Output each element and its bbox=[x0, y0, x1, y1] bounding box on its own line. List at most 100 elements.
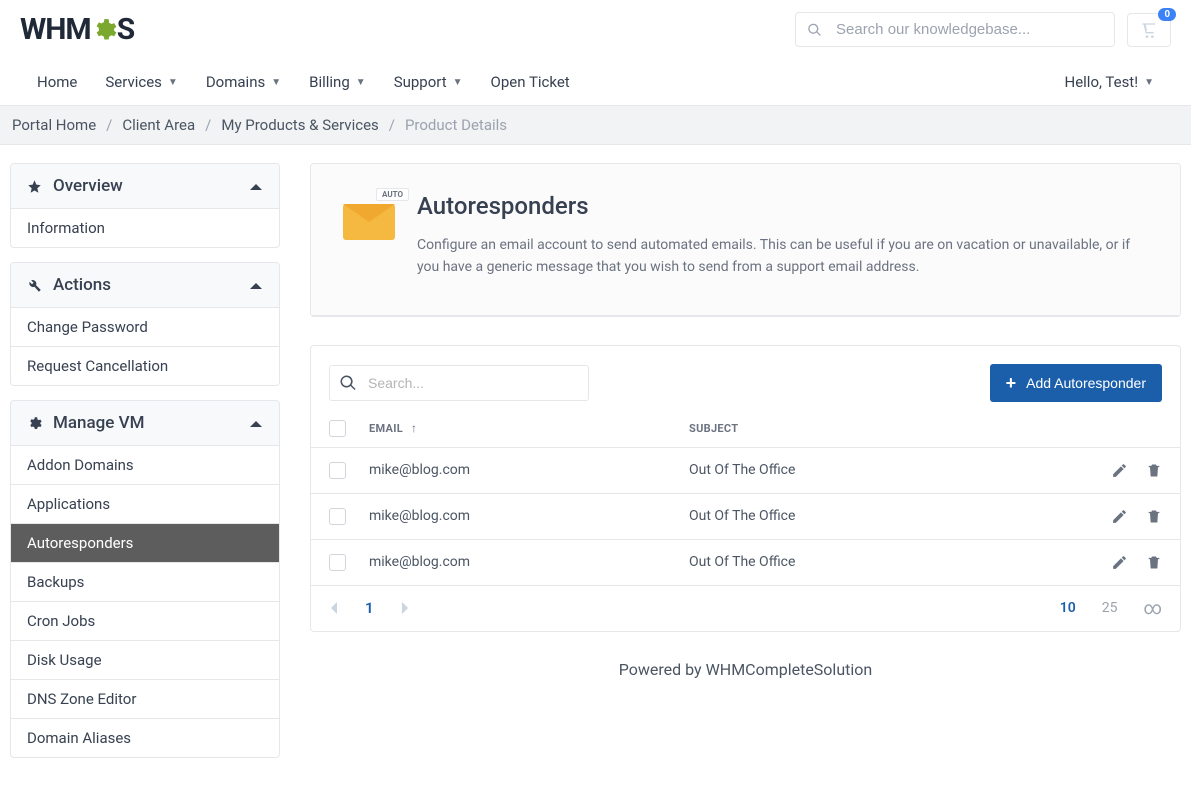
cell-email: mike@blog.com bbox=[369, 462, 689, 478]
auto-tag: AUTO bbox=[376, 188, 409, 201]
header: WHM S 0 bbox=[0, 0, 1191, 59]
sidebar-item-addon-domains[interactable]: Addon Domains bbox=[11, 445, 279, 484]
nav-left: HomeServices▼Domains▼Billing▼Support▼Ope… bbox=[25, 59, 582, 105]
envelope-icon: AUTO bbox=[343, 198, 395, 238]
cell-email: mike@blog.com bbox=[369, 554, 689, 570]
chevron-down-icon: ▼ bbox=[453, 77, 463, 88]
sidebar-item-dns-zone-editor[interactable]: DNS Zone Editor bbox=[11, 679, 279, 718]
trash-icon[interactable] bbox=[1146, 508, 1162, 525]
toolbar: + Add Autoresponder bbox=[311, 346, 1180, 410]
page-title: Autoresponders bbox=[417, 192, 1148, 220]
sidebar-panel-manage-vm: Manage VMAddon DomainsApplicationsAutore… bbox=[10, 400, 280, 758]
panel-header[interactable]: Manage VM bbox=[11, 401, 279, 445]
chevron-up-icon bbox=[249, 419, 263, 428]
pagination-nav: 1 bbox=[329, 599, 410, 617]
logo[interactable]: WHM S bbox=[20, 12, 134, 47]
edit-icon[interactable] bbox=[1111, 554, 1128, 571]
sidebar-panel-actions: ActionsChange PasswordRequest Cancellati… bbox=[10, 262, 280, 386]
page-size-25[interactable]: 25 bbox=[1102, 600, 1118, 616]
edit-icon[interactable] bbox=[1111, 462, 1128, 479]
header-right: 0 bbox=[795, 12, 1171, 47]
table-search-box bbox=[329, 365, 589, 401]
breadcrumb: Portal Home/Client Area/My Products & Se… bbox=[0, 106, 1191, 145]
table-row: mike@blog.comOut Of The Office bbox=[311, 448, 1180, 494]
cell-subject: Out Of The Office bbox=[689, 554, 1072, 570]
table-search-input[interactable] bbox=[329, 365, 589, 401]
select-all-checkbox[interactable] bbox=[329, 420, 346, 437]
table-row: mike@blog.comOut Of The Office bbox=[311, 494, 1180, 540]
row-checkbox[interactable] bbox=[329, 554, 346, 571]
chevron-down-icon: ▼ bbox=[356, 77, 366, 88]
sidebar-panel-overview: OverviewInformation bbox=[10, 163, 280, 248]
row-checkbox[interactable] bbox=[329, 508, 346, 525]
star-icon bbox=[27, 179, 43, 194]
nav-item-domains[interactable]: Domains▼ bbox=[194, 59, 293, 105]
panel-header[interactable]: Actions bbox=[11, 263, 279, 307]
panel-header[interactable]: Overview bbox=[11, 164, 279, 208]
add-button-label: Add Autoresponder bbox=[1026, 375, 1146, 391]
table-row: mike@blog.comOut Of The Office bbox=[311, 540, 1180, 586]
user-greeting: Hello, Test! bbox=[1065, 73, 1139, 91]
knowledgebase-search-input[interactable] bbox=[795, 12, 1115, 47]
logo-text-b: S bbox=[117, 12, 134, 47]
page-header: AUTO Autoresponders Configure an email a… bbox=[311, 164, 1180, 316]
nav-item-open-ticket[interactable]: Open Ticket bbox=[479, 59, 582, 105]
breadcrumb-link[interactable]: Client Area bbox=[122, 116, 195, 134]
wrench-icon bbox=[27, 278, 43, 293]
column-header-subject[interactable]: SUBJECT bbox=[689, 422, 1072, 435]
trash-icon[interactable] bbox=[1146, 462, 1162, 479]
plus-icon: + bbox=[1006, 374, 1017, 392]
cell-subject: Out Of The Office bbox=[689, 508, 1072, 524]
trash-icon[interactable] bbox=[1146, 554, 1162, 571]
logo-text-a: WHM bbox=[20, 12, 91, 47]
search-icon bbox=[339, 374, 357, 392]
pagination: 1 10 25 ∞ bbox=[311, 586, 1180, 631]
edit-icon[interactable] bbox=[1111, 508, 1128, 525]
breadcrumb-link[interactable]: Portal Home bbox=[12, 116, 96, 134]
footer: Powered by WHMCompleteSolution bbox=[310, 660, 1181, 699]
user-menu[interactable]: Hello, Test! ▼ bbox=[1053, 59, 1167, 105]
sidebar-item-request-cancellation[interactable]: Request Cancellation bbox=[11, 346, 279, 385]
page-description: Configure an email account to send autom… bbox=[417, 234, 1148, 279]
sidebar-item-disk-usage[interactable]: Disk Usage bbox=[11, 640, 279, 679]
nav-item-support[interactable]: Support▼ bbox=[382, 59, 475, 105]
nav-item-services[interactable]: Services▼ bbox=[93, 59, 189, 105]
search-box bbox=[795, 12, 1115, 47]
main-content: AUTO Autoresponders Configure an email a… bbox=[310, 163, 1181, 772]
sidebar-item-backups[interactable]: Backups bbox=[11, 562, 279, 601]
chevron-down-icon: ▼ bbox=[1144, 77, 1154, 88]
chevron-down-icon: ▼ bbox=[271, 77, 281, 88]
nav-item-billing[interactable]: Billing▼ bbox=[297, 59, 378, 105]
main-nav: HomeServices▼Domains▼Billing▼Support▼Ope… bbox=[0, 59, 1191, 106]
page-card: AUTO Autoresponders Configure an email a… bbox=[310, 163, 1181, 317]
gear-icon bbox=[91, 12, 117, 47]
add-autoresponder-button[interactable]: + Add Autoresponder bbox=[990, 364, 1162, 402]
sidebar: OverviewInformation ActionsChange Passwor… bbox=[10, 163, 280, 772]
current-page[interactable]: 1 bbox=[365, 599, 374, 617]
search-icon bbox=[807, 22, 822, 37]
table-header: EMAIL ↑ SUBJECT bbox=[311, 410, 1180, 448]
sidebar-item-applications[interactable]: Applications bbox=[11, 484, 279, 523]
data-card: + Add Autoresponder EMAIL ↑ SUBJECT mi bbox=[310, 345, 1181, 632]
prev-page-button[interactable] bbox=[329, 601, 339, 615]
breadcrumb-link[interactable]: My Products & Services bbox=[221, 116, 378, 134]
nav-item-home[interactable]: Home bbox=[25, 59, 89, 105]
breadcrumb-current: Product Details bbox=[405, 116, 507, 134]
row-checkbox[interactable] bbox=[329, 462, 346, 479]
page-size-all[interactable]: ∞ bbox=[1143, 598, 1162, 619]
column-header-email[interactable]: EMAIL ↑ bbox=[369, 421, 689, 435]
next-page-button[interactable] bbox=[400, 601, 410, 615]
cart-icon bbox=[1140, 22, 1158, 38]
cell-subject: Out Of The Office bbox=[689, 462, 1072, 478]
sidebar-item-cron-jobs[interactable]: Cron Jobs bbox=[11, 601, 279, 640]
sidebar-item-domain-aliases[interactable]: Domain Aliases bbox=[11, 718, 279, 757]
sidebar-item-change-password[interactable]: Change Password bbox=[11, 307, 279, 346]
chevron-up-icon bbox=[249, 182, 263, 191]
chevron-up-icon bbox=[249, 281, 263, 290]
sidebar-item-autoresponders[interactable]: Autoresponders bbox=[11, 523, 279, 562]
container: OverviewInformation ActionsChange Passwor… bbox=[0, 145, 1191, 790]
autoresponders-table: EMAIL ↑ SUBJECT mike@blog.comOut Of The … bbox=[311, 410, 1180, 586]
page-size-10[interactable]: 10 bbox=[1060, 600, 1076, 616]
sidebar-item-information[interactable]: Information bbox=[11, 208, 279, 247]
cart-button[interactable]: 0 bbox=[1127, 13, 1171, 47]
